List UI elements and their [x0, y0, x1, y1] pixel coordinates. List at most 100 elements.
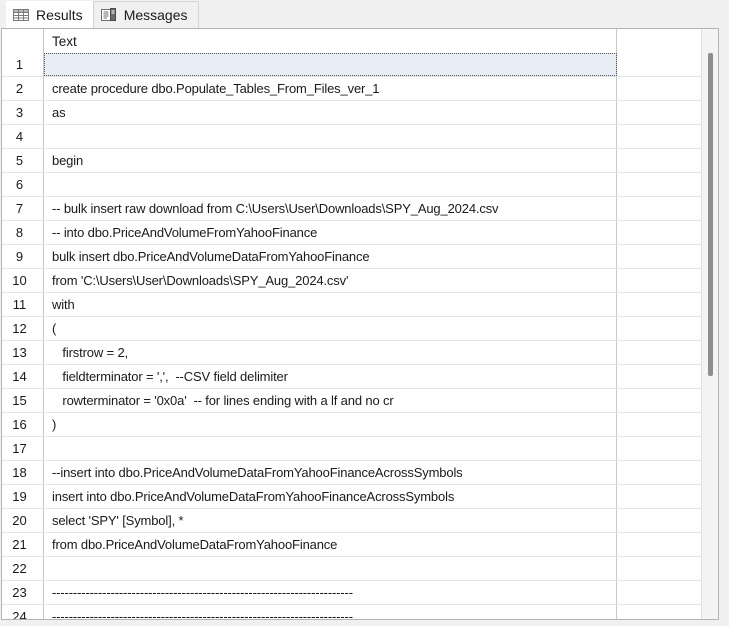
- tab-results[interactable]: Results: [6, 1, 93, 28]
- table-row[interactable]: 2 create procedure dbo.Populate_Tables_Fr…: [2, 77, 702, 101]
- row-header-number[interactable]: 11: [2, 293, 44, 316]
- row-header-number[interactable]: 12: [2, 317, 44, 340]
- row-header-number[interactable]: 23: [2, 581, 44, 604]
- row-header-number[interactable]: 8: [2, 221, 44, 244]
- table-row[interactable]: 22: [2, 557, 702, 581]
- grid-table-icon: [12, 7, 30, 23]
- results-grid[interactable]: Text 1 2 create procedure dbo.Populate_Tab…: [2, 29, 702, 619]
- table-row[interactable]: 24 --------------------------------------…: [2, 605, 702, 619]
- cell-text[interactable]: select 'SPY' [Symbol], *: [44, 509, 617, 532]
- grid-body: 1 2 create procedure dbo.Populate_Tables_F…: [2, 53, 702, 619]
- table-row[interactable]: 8 -- into dbo.PriceAndVolumeFromYahooFina…: [2, 221, 702, 245]
- row-filler: [617, 77, 702, 100]
- row-header-number[interactable]: 17: [2, 437, 44, 460]
- cell-text[interactable]: ----------------------------------------…: [44, 605, 617, 619]
- cell-text[interactable]: [44, 437, 617, 460]
- cell-text[interactable]: fieldterminator = ',', --CSV field delim…: [44, 365, 617, 388]
- message-document-icon: [100, 7, 118, 23]
- cell-text[interactable]: from 'C:\Users\User\Downloads\SPY_Aug_20…: [44, 269, 617, 292]
- cell-text[interactable]: insert into dbo.PriceAndVolumeDataFromYa…: [44, 485, 617, 508]
- row-header-number[interactable]: 21: [2, 533, 44, 556]
- table-row[interactable]: 19 insert into dbo.PriceAndVolumeDataFrom…: [2, 485, 702, 509]
- table-row[interactable]: 21 from dbo.PriceAndVolumeDataFromYahooFi…: [2, 533, 702, 557]
- tab-messages[interactable]: Messages: [92, 1, 199, 28]
- row-header-number[interactable]: 2: [2, 77, 44, 100]
- tab-results-label: Results: [36, 6, 83, 23]
- row-filler: [617, 269, 702, 292]
- row-filler: [617, 317, 702, 340]
- table-row[interactable]: 18 --insert into dbo.PriceAndVolumeDataFr…: [2, 461, 702, 485]
- cell-text[interactable]: -- bulk insert raw download from C:\User…: [44, 197, 617, 220]
- tab-messages-label: Messages: [123, 7, 188, 23]
- table-row[interactable]: 15 rowterminator = '0x0a' -- for lines e…: [2, 389, 702, 413]
- cell-text[interactable]: [44, 53, 617, 76]
- row-header-number[interactable]: 9: [2, 245, 44, 268]
- cell-text[interactable]: begin: [44, 149, 617, 172]
- cell-text[interactable]: from dbo.PriceAndVolumeDataFromYahooFina…: [44, 533, 617, 556]
- row-header-number[interactable]: 19: [2, 485, 44, 508]
- table-row[interactable]: 7 -- bulk insert raw download from C:\Use…: [2, 197, 702, 221]
- table-row[interactable]: 23 --------------------------------------…: [2, 581, 702, 605]
- table-row[interactable]: 10 from 'C:\Users\User\Downloads\SPY_Aug_…: [2, 269, 702, 293]
- row-header-number[interactable]: 14: [2, 365, 44, 388]
- column-header-text[interactable]: Text: [44, 29, 617, 53]
- table-row[interactable]: 5 begin: [2, 149, 702, 173]
- grid-header-row: Text: [2, 29, 702, 53]
- row-header-number[interactable]: 6: [2, 173, 44, 196]
- row-header-number[interactable]: 3: [2, 101, 44, 124]
- row-header-number[interactable]: 4: [2, 125, 44, 148]
- cell-text[interactable]: [44, 173, 617, 196]
- row-header-number[interactable]: 22: [2, 557, 44, 580]
- table-row[interactable]: 12(: [2, 317, 702, 341]
- row-header-number[interactable]: 16: [2, 413, 44, 436]
- cell-text[interactable]: ): [44, 413, 617, 436]
- cell-text[interactable]: bulk insert dbo.PriceAndVolumeDataFromYa…: [44, 245, 617, 268]
- table-row[interactable]: 11 with: [2, 293, 702, 317]
- cell-text[interactable]: -- into dbo.PriceAndVolumeFromYahooFinan…: [44, 221, 617, 244]
- row-header-number[interactable]: 10: [2, 269, 44, 292]
- table-row[interactable]: 6: [2, 173, 702, 197]
- row-header-number[interactable]: 24: [2, 605, 44, 619]
- results-pane: Results Messages Text 1 2 create procedu…: [0, 0, 729, 626]
- row-filler: [617, 557, 702, 580]
- cell-text[interactable]: with: [44, 293, 617, 316]
- row-filler: [617, 53, 702, 76]
- grid-vertical-scrollbar-thumb[interactable]: [708, 53, 713, 376]
- cell-text[interactable]: create procedure dbo.Populate_Tables_Fro…: [44, 77, 617, 100]
- table-row[interactable]: 17: [2, 437, 702, 461]
- cell-text[interactable]: (: [44, 317, 617, 340]
- table-row[interactable]: 13 firstrow = 2,: [2, 341, 702, 365]
- row-filler: [617, 125, 702, 148]
- cell-text[interactable]: rowterminator = '0x0a' -- for lines endi…: [44, 389, 617, 412]
- row-header-number[interactable]: 15: [2, 389, 44, 412]
- row-header-number[interactable]: 20: [2, 509, 44, 532]
- row-filler: [617, 581, 702, 604]
- table-row[interactable]: 16): [2, 413, 702, 437]
- row-filler: [617, 197, 702, 220]
- row-header-number[interactable]: 13: [2, 341, 44, 364]
- table-row[interactable]: 1: [2, 53, 702, 77]
- row-filler: [617, 605, 702, 619]
- row-filler: [617, 389, 702, 412]
- cell-text[interactable]: as: [44, 101, 617, 124]
- row-header-number[interactable]: 18: [2, 461, 44, 484]
- row-filler: [617, 437, 702, 460]
- table-row[interactable]: 20 select 'SPY' [Symbol], *: [2, 509, 702, 533]
- row-header-number[interactable]: 5: [2, 149, 44, 172]
- row-filler: [617, 533, 702, 556]
- cell-text[interactable]: firstrow = 2,: [44, 341, 617, 364]
- table-row[interactable]: 3 as: [2, 101, 702, 125]
- row-header-number[interactable]: 7: [2, 197, 44, 220]
- results-tabstrip: Results Messages: [0, 0, 729, 28]
- table-row[interactable]: 9 bulk insert dbo.PriceAndVolumeDataFromY…: [2, 245, 702, 269]
- row-header-number[interactable]: 1: [2, 53, 44, 76]
- grid-header-filler: [617, 29, 702, 53]
- table-row[interactable]: 14 fieldterminator = ',', --CSV field de…: [2, 365, 702, 389]
- grid-vertical-scrollbar[interactable]: [701, 29, 718, 619]
- table-row[interactable]: 4: [2, 125, 702, 149]
- cell-text[interactable]: [44, 125, 617, 148]
- grid-select-all-corner[interactable]: [2, 29, 44, 53]
- cell-text[interactable]: [44, 557, 617, 580]
- cell-text[interactable]: --insert into dbo.PriceAndVolumeDataFrom…: [44, 461, 617, 484]
- cell-text[interactable]: ----------------------------------------…: [44, 581, 617, 604]
